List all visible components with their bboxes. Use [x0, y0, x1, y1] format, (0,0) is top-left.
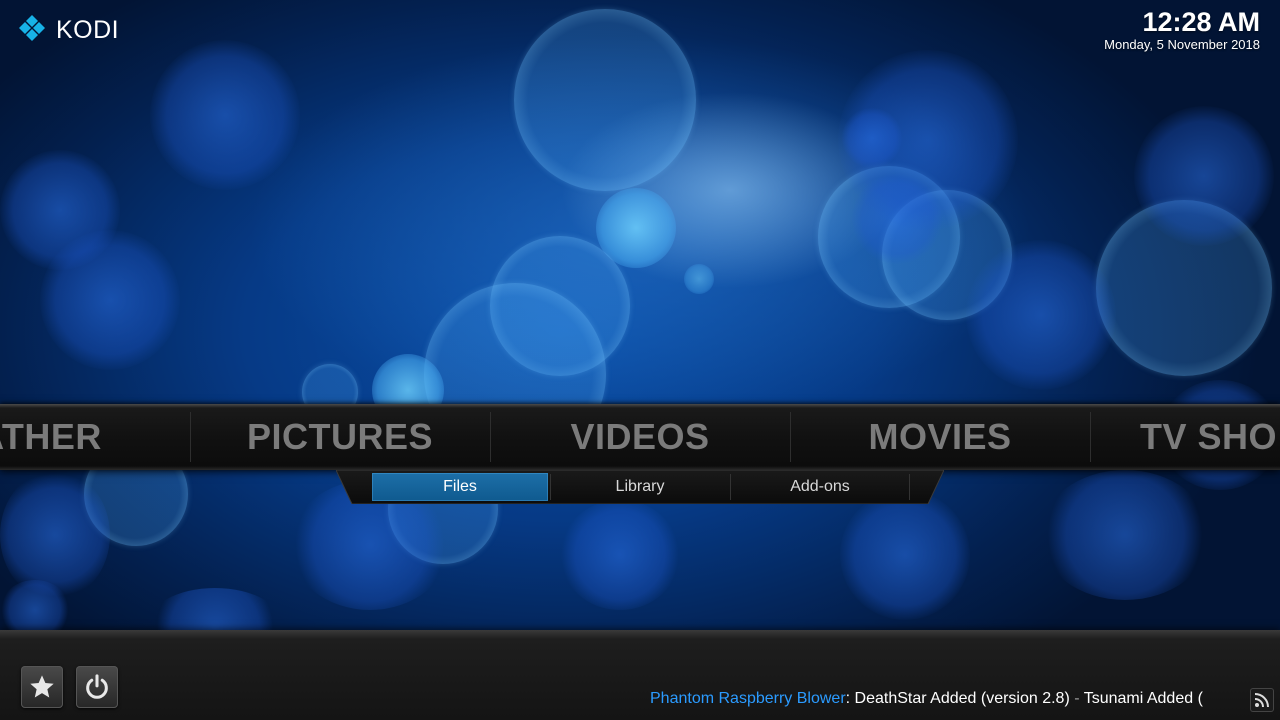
rss-source-separator: : [845, 690, 851, 707]
submenu-divider [550, 474, 551, 500]
rss-divider: - [1069, 690, 1084, 707]
kodi-home-screen: KODI 12:28 AM Monday, 5 November 2018 AT… [0, 0, 1280, 720]
menu-item-tv-shows[interactable]: TV SHO [1090, 404, 1280, 470]
rss-feed-icon [1254, 693, 1269, 708]
background-bubble [150, 40, 300, 190]
menu-item-label: TV SHO [1140, 416, 1278, 457]
menu-item-label: MOVIES [868, 416, 1012, 457]
rss-headline: Tsunami Added ( [1083, 690, 1203, 707]
rss-feed-button[interactable] [1250, 688, 1274, 712]
background-bubble [1134, 106, 1274, 246]
background-bubble [684, 264, 714, 294]
clock-date: Monday, 5 November 2018 [1104, 37, 1260, 52]
submenu-item-label: Add-ons [790, 478, 850, 495]
star-icon [30, 675, 54, 698]
menu-item-pictures[interactable]: PICTURES [190, 404, 490, 470]
kodi-logo-text: KODI [56, 15, 120, 44]
kodi-logo: KODI [16, 14, 119, 46]
rss-ticker: Phantom Raspberry Blower: DeathStar Adde… [650, 688, 1246, 710]
kodi-logo-icon [19, 15, 45, 41]
submenu-divider [909, 474, 910, 500]
favourites-button[interactable] [21, 666, 63, 708]
clock: 12:28 AM Monday, 5 November 2018 [1104, 6, 1260, 52]
background-bubble [1040, 470, 1210, 600]
menu-item-label: ATHER [0, 416, 102, 457]
background-bubble [514, 9, 696, 191]
menu-item-label: PICTURES [246, 416, 434, 457]
background-bokeh [0, 0, 1280, 720]
main-menu-bar: ATHER PICTURES VIDEOS MOVIES TV SHO [0, 404, 1280, 470]
submenu-item-label: Library [615, 478, 665, 495]
background-bubble [842, 108, 902, 168]
background-bubble [0, 150, 120, 270]
rss-source: Phantom Raspberry Blower [650, 690, 846, 707]
submenu-divider [730, 474, 731, 500]
background-bubble [840, 490, 970, 620]
submenu-item-library[interactable]: Library [552, 473, 728, 501]
menu-item-label: VIDEOS [570, 416, 710, 457]
submenu-item-label: Files [443, 478, 477, 495]
power-button[interactable] [76, 666, 118, 708]
menu-item-movies[interactable]: MOVIES [790, 404, 1090, 470]
rss-headline: DeathStar Added (version 2.8) [854, 690, 1070, 707]
clock-time: 12:28 AM [1142, 7, 1260, 37]
power-icon [86, 674, 108, 699]
menu-item-weather[interactable]: ATHER [0, 404, 190, 470]
submenu-item-files[interactable]: Files [372, 473, 548, 501]
background-bubble [560, 500, 680, 610]
submenu-item-add-ons[interactable]: Add-ons [732, 473, 908, 501]
submenu-bar: Files Library Add-ons [336, 470, 944, 504]
background-bubble [966, 240, 1116, 390]
menu-item-videos[interactable]: VIDEOS [490, 404, 790, 470]
background-bubble [0, 470, 110, 600]
